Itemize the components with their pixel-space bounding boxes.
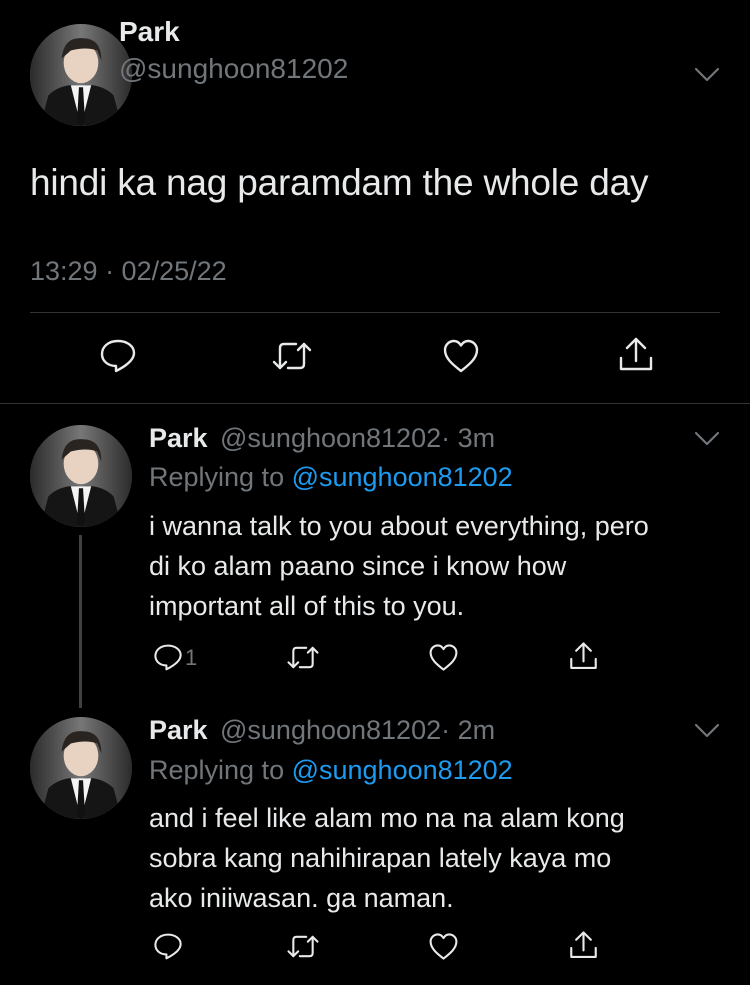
tweet-text: hindi ka nag paramdam the whole day: [30, 162, 649, 203]
retweet-button[interactable]: [285, 643, 321, 672]
heart-icon: [429, 644, 458, 671]
tweet-text-line: sobra kang nahihirapan lately kaya mo: [149, 843, 612, 873]
share-icon: [570, 931, 597, 958]
mention-link[interactable]: @sunghoon81202: [292, 755, 513, 785]
author-handle[interactable]: @sunghoon81202: [220, 423, 441, 453]
divider: [0, 403, 750, 404]
tweet-thread-page: Park @sunghoon81202 hindi ka nag paramda…: [0, 0, 750, 985]
chevron-down-icon[interactable]: [694, 723, 720, 739]
author-handle-time[interactable]: @sunghoon81202· 2m: [220, 715, 495, 746]
tweet-timestamp[interactable]: 13:29 · 02/25/22: [30, 256, 227, 287]
author-handle-time[interactable]: @sunghoon81202· 3m: [220, 423, 495, 454]
heart-icon: [443, 339, 479, 373]
tweet-age: · 2m: [441, 715, 496, 745]
replying-to: Replying to @sunghoon81202: [149, 462, 513, 493]
retweet-button[interactable]: [285, 932, 321, 961]
replying-to-label: Replying to: [149, 755, 292, 785]
reply-count: 1: [185, 644, 198, 670]
share-button[interactable]: [568, 641, 599, 672]
thread-connector: [79, 535, 82, 708]
replying-to-label: Replying to: [149, 462, 292, 492]
retweet-icon: [287, 646, 319, 669]
avatar[interactable]: [30, 425, 132, 527]
share-button[interactable]: [617, 336, 655, 374]
like-button[interactable]: [442, 338, 480, 374]
tweet-text-line: i wanna talk to you about everything, pe…: [149, 511, 649, 541]
tweet-text: i wanna talk to you about everything, pe…: [149, 506, 729, 626]
author-name[interactable]: Park: [149, 715, 208, 746]
avatar[interactable]: [30, 717, 132, 819]
retweet-button[interactable]: [270, 338, 314, 374]
like-button[interactable]: [428, 932, 459, 961]
tweet-text-line: and i feel like alam mo na na alam kong: [149, 803, 625, 833]
reply-icon: [154, 933, 182, 960]
author-handle[interactable]: @sunghoon81202: [220, 715, 441, 745]
like-button[interactable]: [428, 643, 459, 672]
share-icon: [570, 642, 597, 669]
divider: [30, 312, 720, 313]
tweet-text-line: important all of this to you.: [149, 591, 465, 621]
retweet-icon: [272, 342, 312, 370]
heart-icon: [429, 933, 458, 960]
author-name[interactable]: Park: [119, 16, 180, 48]
reply-icon: [154, 644, 182, 671]
avatar-photo: [30, 425, 132, 527]
reply-button[interactable]: [153, 932, 185, 961]
share-button[interactable]: [568, 930, 599, 961]
tweet-text-line: ako iniiwasan. ga naman.: [149, 883, 454, 913]
author-name[interactable]: Park: [149, 423, 208, 454]
retweet-icon: [287, 935, 319, 958]
reply-button[interactable]: 1: [153, 643, 197, 672]
mention-link[interactable]: @sunghoon81202: [292, 462, 513, 492]
reply-icon: [100, 339, 136, 373]
tweet-text-line: di ko alam paano since i know how: [149, 551, 567, 581]
share-icon: [619, 337, 653, 371]
avatar-photo: [30, 717, 132, 819]
avatar-photo: [30, 24, 132, 126]
chevron-down-icon[interactable]: [694, 67, 720, 83]
avatar[interactable]: [30, 24, 132, 126]
replying-to: Replying to @sunghoon81202: [149, 755, 513, 786]
tweet-age: · 3m: [441, 423, 496, 453]
chevron-down-icon[interactable]: [694, 431, 720, 447]
author-handle[interactable]: @sunghoon81202: [119, 53, 348, 85]
reply-button[interactable]: [99, 338, 137, 374]
tweet-text: and i feel like alam mo na na alam kong …: [149, 798, 729, 918]
